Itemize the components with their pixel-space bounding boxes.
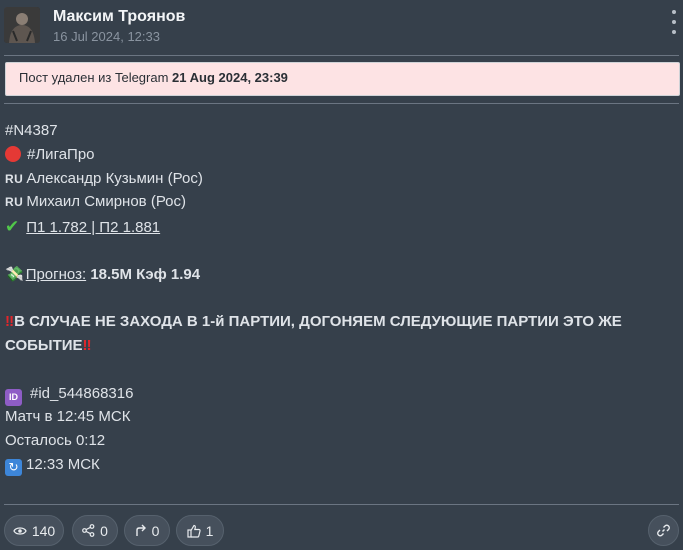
deleted-notice: Пост удален из Telegram 21 Aug 2024, 23:… <box>5 62 680 96</box>
eye-icon <box>13 526 27 535</box>
warning-line-1: ‼В СЛУЧАЕ НЕ ЗАХОДА В 1-й ПАРТИИ, ДОГОНЯ… <box>5 313 622 330</box>
forward-button[interactable]: 0 <box>124 515 170 546</box>
refresh-icon: ↻ <box>5 458 22 476</box>
league-line: #ЛигаПро <box>5 146 95 163</box>
check-mark-icon: ✔ <box>5 217 20 236</box>
warning-line-2: СОБЫТИЕ‼ <box>5 337 92 354</box>
id-line: ID #id_544868316 <box>5 385 133 406</box>
id-icon: ID <box>5 388 22 406</box>
shares-count: 0 <box>100 522 108 539</box>
likes-count: 1 <box>205 522 214 539</box>
updated-time: 12:33 МСК <box>26 456 100 473</box>
updated-line: ↻ 12:33 МСК <box>5 456 100 476</box>
player-1-line: RU Александр Кузьмин (Рос) <box>5 170 203 187</box>
divider <box>4 504 679 505</box>
deleted-notice-date: 21 Aug 2024, 23:39 <box>172 70 288 85</box>
divider <box>4 55 679 56</box>
copy-link-button[interactable] <box>648 515 679 546</box>
author-name[interactable]: Максим Троянов <box>53 8 185 26</box>
id-hashtag[interactable]: #id_544868316 <box>30 385 133 402</box>
flag-ru-icon: RU <box>5 172 24 186</box>
deleted-notice-text: Пост удален из Telegram <box>19 70 173 85</box>
warning-text-1: В СЛУЧАЕ НЕ ЗАХОДА В 1-й ПАРТИИ, ДОГОНЯЕ… <box>14 313 622 330</box>
post-header: Максим Троянов 16 Jul 2024, 12:33 <box>4 4 679 48</box>
forwards-count: 0 <box>151 522 160 539</box>
ping-pong-icon <box>5 146 21 162</box>
share-icon <box>82 524 95 537</box>
forward-arrow-icon <box>135 524 146 536</box>
remaining-time: Осталось 0:12 <box>5 432 106 449</box>
avatar[interactable] <box>4 7 40 43</box>
hashtag-id[interactable]: #N4387 <box>5 122 58 139</box>
link-icon <box>657 524 670 537</box>
forecast-line: 💸 Прогноз: 18.5M Кэф 1.94 <box>5 265 200 283</box>
double-exclamation-icon: ‼ <box>5 313 15 330</box>
match-time: Матч в 12:45 МСК <box>5 408 131 425</box>
player-1: Александр Кузьмин (Рос) <box>26 170 203 187</box>
odds-line: ✔ П1 1.782 | П2 1.881 <box>5 217 160 237</box>
forecast-value: 18.5M Кэф 1.94 <box>90 266 201 283</box>
warning-text-2: СОБЫТИЕ <box>5 337 83 354</box>
post-footer: 140 0 0 1 <box>4 515 679 547</box>
odds-link[interactable]: П1 1.782 | П2 1.881 <box>26 219 160 236</box>
player-2-line: RU Михаил Смирнов (Рос) <box>5 193 186 210</box>
flag-ru-icon: RU <box>5 195 24 209</box>
post-card: Максим Троянов 16 Jul 2024, 12:33 Пост у… <box>0 0 683 550</box>
views-button[interactable]: 140 <box>4 515 64 546</box>
share-button[interactable]: 0 <box>72 515 118 546</box>
views-count: 140 <box>31 522 56 539</box>
thumbs-up-icon <box>186 524 201 538</box>
double-exclamation-icon: ‼ <box>82 337 92 354</box>
divider <box>4 103 679 104</box>
league-hashtag[interactable]: #ЛигаПро <box>27 146 95 163</box>
player-2: Михаил Смирнов (Рос) <box>26 193 186 210</box>
post-date: 16 Jul 2024, 12:33 <box>53 29 160 44</box>
forecast-label[interactable]: Прогноз: <box>26 266 86 283</box>
like-button[interactable]: 1 <box>176 515 224 546</box>
money-icon: 💸 <box>5 266 24 283</box>
vertical-dots-icon[interactable] <box>669 10 679 34</box>
